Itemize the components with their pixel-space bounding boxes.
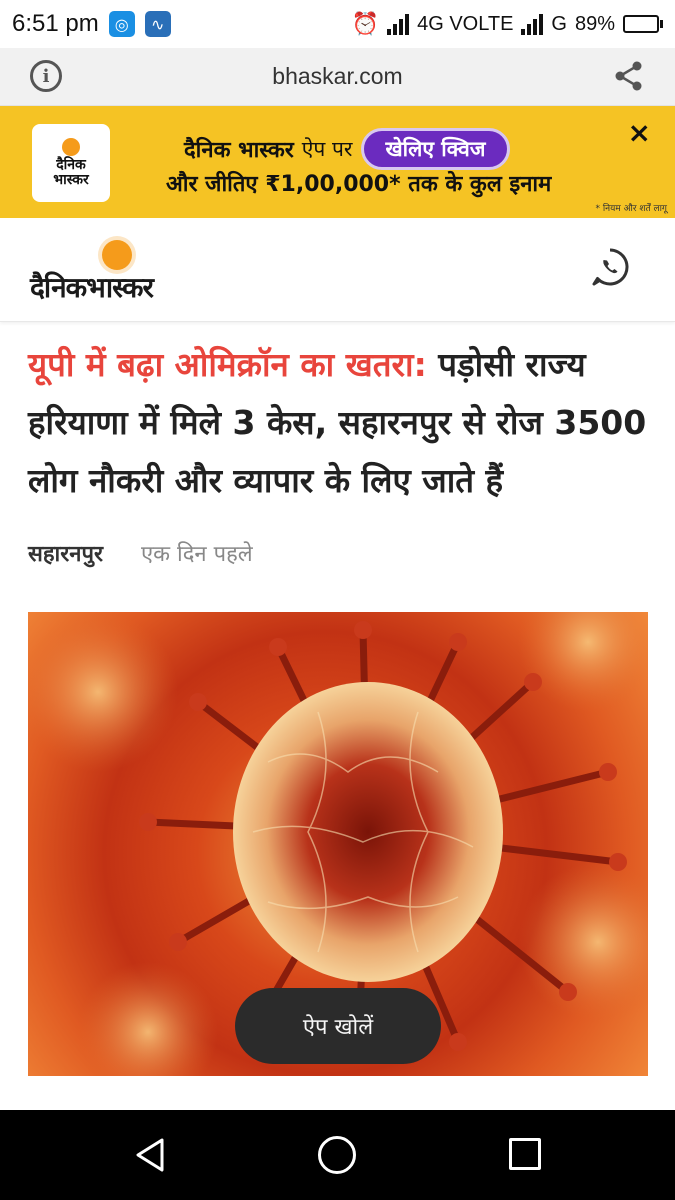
alarm-icon: ⏰: [351, 11, 380, 36]
promo-logo-text-2: भास्कर: [53, 172, 89, 188]
system-nav-bar: [0, 1110, 675, 1200]
article-location[interactable]: सहारनपुर: [28, 538, 103, 568]
whatsapp-icon[interactable]: [589, 246, 631, 288]
promo-logo-text-1: दैनिक: [56, 157, 86, 173]
battery-icon: [623, 15, 663, 33]
article-meta: सहारनपुर एक दिन पहले: [28, 538, 253, 568]
url-text[interactable]: bhaskar.com: [272, 63, 402, 90]
promo-banner[interactable]: दैनिक भास्कर दैनिक भास्कर ऐप पर खेलिए क्…: [0, 106, 675, 218]
brand-logo[interactable]: दैनिकभास्कर: [30, 238, 210, 310]
app-notification-icon: ◎: [108, 11, 135, 37]
play-quiz-button[interactable]: खेलिए क्विज: [360, 128, 511, 170]
article-headline[interactable]: यूपी में बढ़ा ओमिक्रॉन का खतरा: पड़ोसी र…: [28, 336, 648, 510]
signal-icon: [387, 13, 410, 35]
status-time: 6:51 pm: [12, 10, 99, 37]
close-icon[interactable]: ×: [628, 116, 651, 149]
activity-notification-icon: ∿: [144, 11, 171, 37]
share-icon[interactable]: [613, 60, 645, 92]
battery-percent: 89%: [574, 12, 615, 35]
status-bar: 6:51 pm ◎ ∿ ⏰ 4G VOLTE G 89%: [0, 0, 675, 48]
promo-app-logo: दैनिक भास्कर: [32, 124, 110, 202]
promo-text: ऐप पर: [301, 137, 353, 161]
info-icon[interactable]: i: [30, 60, 62, 92]
home-icon[interactable]: [318, 1136, 356, 1174]
article-published-time: एक दिन पहले: [140, 542, 253, 567]
promo-brand: दैनिक भास्कर: [184, 138, 294, 163]
headline-accent: यूपी में बढ़ा ओमिक्रॉन का खतरा:: [28, 345, 427, 384]
promo-prize-text: और जीतिए ₹1,00,000* तक के कुल इनाम: [166, 172, 552, 197]
signal-icon-2: [521, 13, 544, 35]
network-label-2: G: [551, 12, 567, 35]
sun-icon: [102, 240, 132, 270]
open-app-button[interactable]: ऐप खोलें: [235, 988, 441, 1064]
promo-disclaimer: * नियम और शर्तें लागू: [595, 204, 667, 214]
network-label: 4G VOLTE: [417, 12, 514, 35]
recents-icon[interactable]: [509, 1138, 541, 1170]
browser-url-bar[interactable]: i bhaskar.com: [0, 48, 675, 106]
brand-name: दैनिकभास्कर: [30, 271, 154, 304]
back-icon[interactable]: [132, 1136, 170, 1174]
site-header: दैनिकभास्कर: [0, 218, 675, 322]
